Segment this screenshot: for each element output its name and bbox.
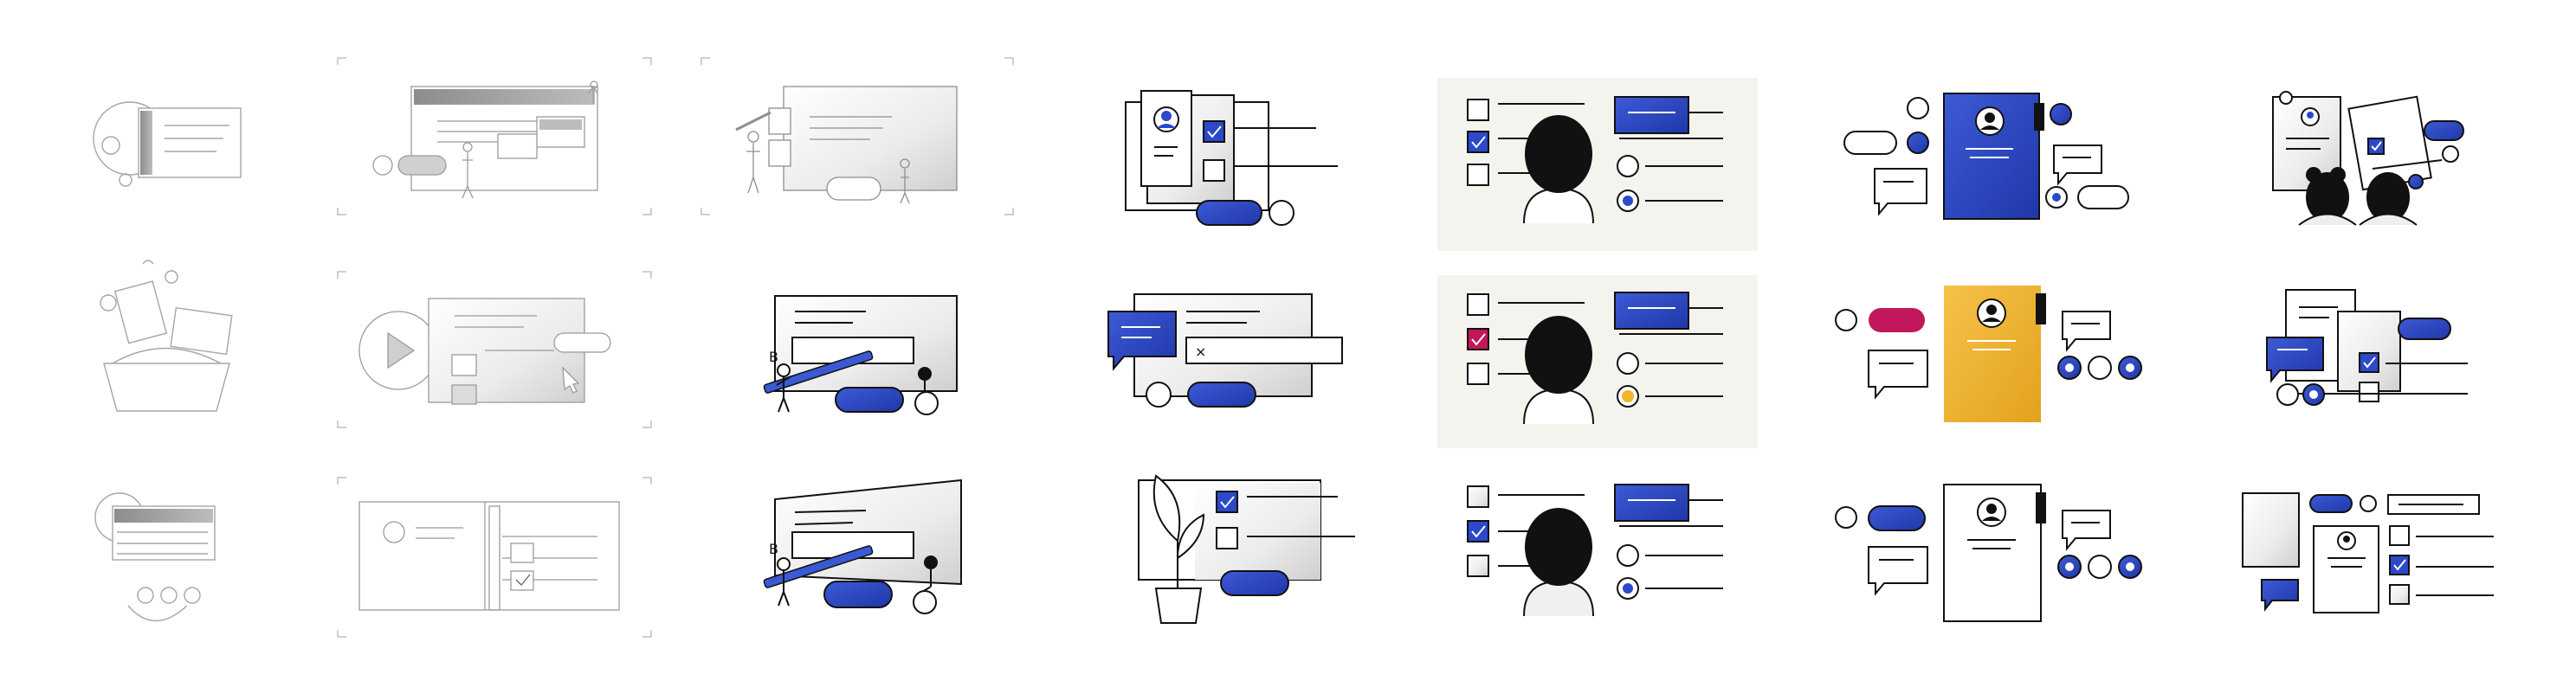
speech-bubble-icon-2: [1874, 168, 1927, 216]
radio-icon-10[interactable]: [2088, 555, 2112, 579]
speech-bubble-icon-9: [2261, 579, 2299, 612]
radio-selected-4[interactable]: [1907, 132, 1929, 154]
radio-icon-4[interactable]: [1617, 352, 1639, 375]
radio-icon-9[interactable]: [1835, 506, 1857, 529]
blue-pill-button-4[interactable]: [2309, 494, 2353, 513]
speech-bubble-icon-5: [2062, 311, 2111, 352]
radio-icon-7[interactable]: [1835, 309, 1857, 331]
storyboard-book: [358, 501, 620, 611]
checkbox-empty-3[interactable]: [1467, 99, 1489, 121]
col-3-form-people: B B: [700, 57, 1014, 614]
submit-pill-button[interactable]: [1196, 200, 1262, 226]
illustration-sheet: B B ×: [0, 0, 2576, 696]
checkbox-checked-magenta[interactable]: [1467, 328, 1489, 350]
checkbox-checked-5[interactable]: [2367, 138, 2385, 155]
profile-form-1: [1125, 90, 1338, 226]
person-head-icon: [1525, 115, 1592, 193]
blue-profile-card: [1843, 93, 2129, 220]
x-mark-icon: ×: [1195, 344, 1206, 360]
radio-icon[interactable]: [1269, 200, 1294, 226]
col-4-profile-forms: ×: [1107, 90, 1355, 624]
blue-pill-button[interactable]: [1868, 505, 1926, 531]
checkbox-checked-2[interactable]: [1216, 491, 1238, 513]
col-7-team-documents: [2242, 91, 2494, 613]
storyboard-video-screen: [358, 298, 611, 405]
blue-pill-button-2[interactable]: [2424, 120, 2464, 141]
white-profile-card: [1835, 484, 2142, 622]
checkbox-checked-7[interactable]: [2389, 555, 2410, 575]
submit-pill-button-2[interactable]: [1187, 382, 1256, 408]
submit-pill-button-3[interactable]: [1220, 570, 1289, 596]
checkbox-empty-2[interactable]: [1216, 527, 1238, 549]
blue-header-block-2: [1614, 292, 1689, 330]
checkbox-empty-11[interactable]: [2389, 584, 2410, 605]
checkbox-empty-10[interactable]: [2389, 525, 2410, 546]
blue-header-block: [1614, 96, 1689, 134]
radio-icon-8[interactable]: [2088, 356, 2112, 380]
col-5-head-checklists: [1437, 78, 1758, 617]
sketch-table-card: [94, 492, 216, 622]
checkbox-empty-8[interactable]: [1467, 555, 1489, 577]
team-documents-1: [2272, 91, 2464, 226]
sketch-basket: [100, 260, 233, 412]
radio-icon-3[interactable]: [1617, 155, 1639, 177]
radio-icon-6[interactable]: [1907, 97, 1929, 119]
checkbox-empty-7[interactable]: [1467, 485, 1489, 508]
checkbox-empty-5[interactable]: [1467, 293, 1489, 316]
speech-bubble-icon-7: [2062, 510, 2111, 551]
team-documents-2: [2266, 289, 2468, 406]
storyboard-screen-1: [372, 80, 598, 199]
col-2-storyboard-sketches: [337, 57, 652, 638]
person-head-icon-2: [1525, 316, 1592, 394]
speech-bubble-icon-4: [1868, 350, 1928, 400]
checkbox-checked[interactable]: [1203, 120, 1225, 143]
col-1-rough-sketches: [93, 101, 242, 622]
col-6-color-cards: [1835, 93, 2142, 622]
radio-icon-11[interactable]: [2276, 383, 2299, 406]
blue-pill-button-3[interactable]: [2398, 318, 2451, 340]
checkbox-empty-6[interactable]: [1467, 363, 1489, 385]
head-checklist-3: [1467, 484, 1723, 617]
pencil-letter: B: [769, 349, 778, 365]
pencil-letter-2: B: [769, 541, 778, 557]
profile-form-2: ×: [1107, 293, 1343, 408]
magenta-pill-button[interactable]: [1869, 308, 1925, 332]
radio-selected-5[interactable]: [2050, 103, 2072, 125]
checkbox-checked-4[interactable]: [1467, 520, 1489, 543]
checkbox-checked-6[interactable]: [2359, 352, 2379, 373]
ink-form-pencil-person-2: B: [763, 478, 962, 614]
toggle-pill[interactable]: [1843, 131, 1897, 155]
sketch-card-1: [93, 101, 242, 187]
speech-bubble-icon-3: [2053, 144, 2102, 186]
plant-pot: [1154, 588, 1203, 624]
document-sheet-3: [2242, 492, 2300, 568]
checkbox-empty-9[interactable]: [2359, 382, 2379, 402]
team-documents-3: [2242, 492, 2494, 613]
yellow-profile-card: [1835, 286, 2142, 422]
speech-bubble-icon-6: [1868, 546, 1928, 596]
person-head-icon-3: [1525, 508, 1592, 586]
ink-form-pencil-person: B: [763, 295, 958, 415]
blue-header-block-3: [1614, 484, 1689, 522]
checkbox-empty[interactable]: [1203, 159, 1225, 182]
plant-checklist: [1138, 474, 1355, 624]
checkbox-checked-3[interactable]: [1467, 131, 1489, 153]
radio-icon-2[interactable]: [1146, 382, 1172, 408]
toggle-pill-2[interactable]: [2077, 185, 2129, 209]
checkbox-empty-4[interactable]: [1467, 164, 1489, 186]
text-input-field[interactable]: [1185, 337, 1343, 364]
radio-icon-5[interactable]: [1617, 544, 1639, 567]
pencil-form-screen-1: [700, 57, 1014, 215]
